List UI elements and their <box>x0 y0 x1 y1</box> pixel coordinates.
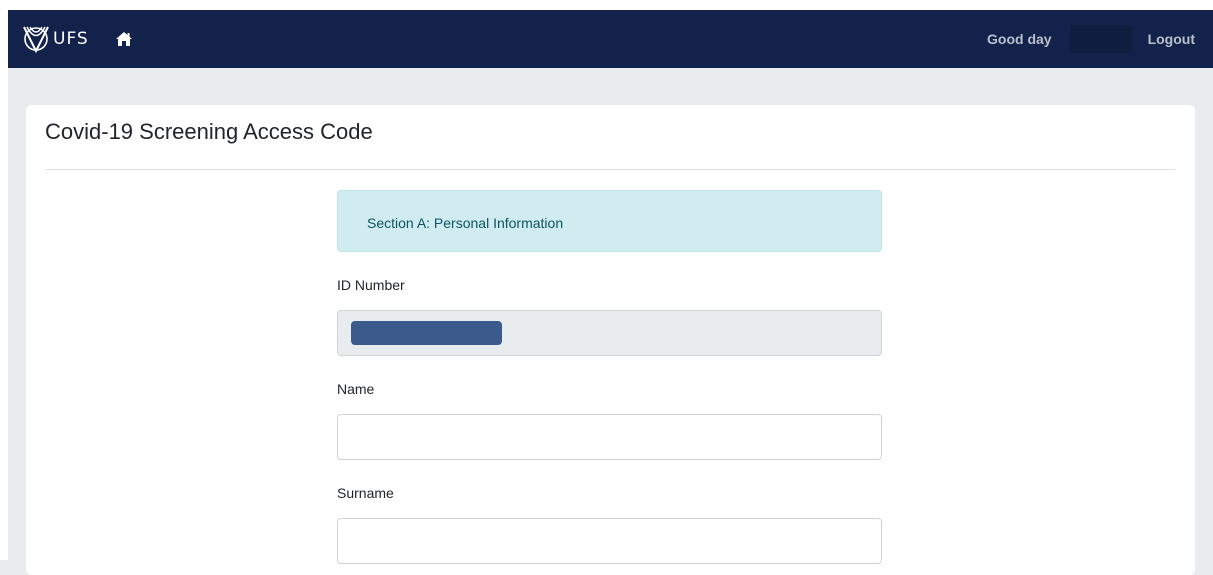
screening-card: Covid-19 Screening Access Code Section A… <box>26 105 1195 575</box>
screening-form: Section A: Personal Information ID Numbe… <box>337 190 882 564</box>
id-number-label: ID Number <box>337 277 405 293</box>
surname-input[interactable] <box>337 518 882 564</box>
top-gutter <box>0 0 1213 10</box>
nav-user-area: Good day Logout <box>987 10 1213 68</box>
logout-link[interactable]: Logout <box>1148 31 1195 47</box>
user-name-redacted <box>1069 25 1132 53</box>
page-title: Covid-19 Screening Access Code <box>45 119 373 144</box>
id-number-redacted <box>351 321 502 345</box>
name-label: Name <box>337 381 375 397</box>
top-navbar: UFS Good day Logout <box>8 10 1213 68</box>
section-a-header: Section A: Personal Information <box>337 190 882 252</box>
name-input[interactable] <box>337 414 882 460</box>
greeting-text: Good day <box>987 31 1052 47</box>
title-divider <box>45 169 1175 170</box>
surname-label: Surname <box>337 485 394 501</box>
brand-link[interactable]: UFS <box>22 24 89 54</box>
left-gutter <box>0 0 8 560</box>
brand-text: UFS <box>53 29 89 49</box>
home-icon[interactable] <box>115 31 133 47</box>
id-number-field-wrap <box>337 310 882 356</box>
ufs-logo-icon <box>23 26 49 54</box>
